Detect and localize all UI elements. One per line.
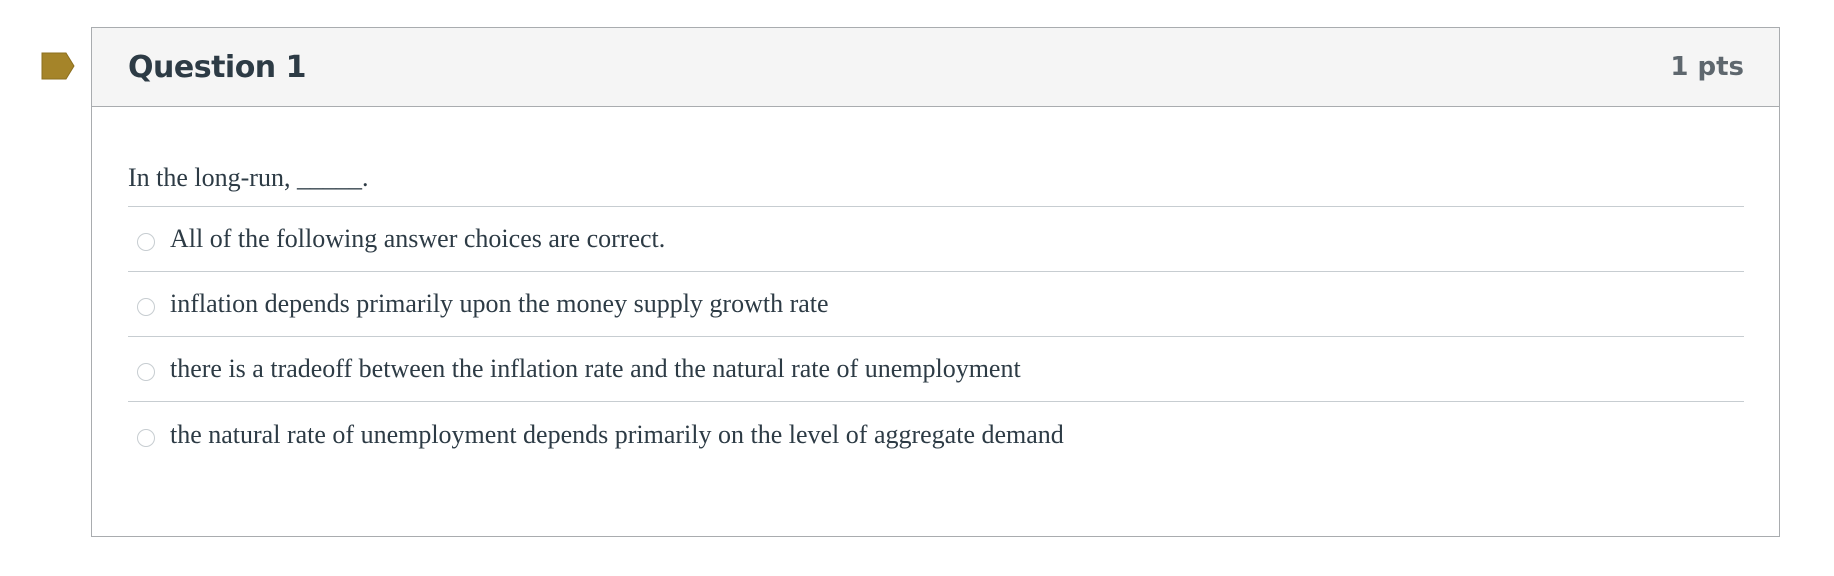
question-header: Question 1 1 pts xyxy=(92,28,1779,107)
flag-icon xyxy=(41,52,75,80)
question-title: Question 1 xyxy=(128,49,306,85)
answer-radio[interactable] xyxy=(137,298,155,316)
question-card: Question 1 1 pts In the long-run, _____.… xyxy=(91,27,1780,537)
answer-label: inflation depends primarily upon the mon… xyxy=(170,289,829,318)
answer-label: there is a tradeoff between the inflatio… xyxy=(170,354,1021,383)
question-text: In the long-run, _____. xyxy=(128,107,1744,207)
answer-option[interactable]: there is a tradeoff between the inflatio… xyxy=(128,337,1744,402)
question-body: In the long-run, _____. All of the follo… xyxy=(92,107,1779,467)
answer-list: All of the following answer choices are … xyxy=(128,207,1744,467)
answer-label: All of the following answer choices are … xyxy=(170,224,666,253)
answer-label: the natural rate of unemployment depends… xyxy=(170,419,1064,449)
quiz-page: Question 1 1 pts In the long-run, _____.… xyxy=(0,0,1834,576)
question-points: 1 pts xyxy=(1670,52,1744,82)
answer-option[interactable]: All of the following answer choices are … xyxy=(128,207,1744,272)
answer-radio[interactable] xyxy=(137,363,155,381)
answer-radio[interactable] xyxy=(137,233,155,251)
answer-option[interactable]: inflation depends primarily upon the mon… xyxy=(128,272,1744,337)
answer-radio[interactable] xyxy=(137,428,155,447)
flag-question-icon[interactable] xyxy=(41,52,75,80)
answer-option[interactable]: the natural rate of unemployment depends… xyxy=(128,402,1744,467)
